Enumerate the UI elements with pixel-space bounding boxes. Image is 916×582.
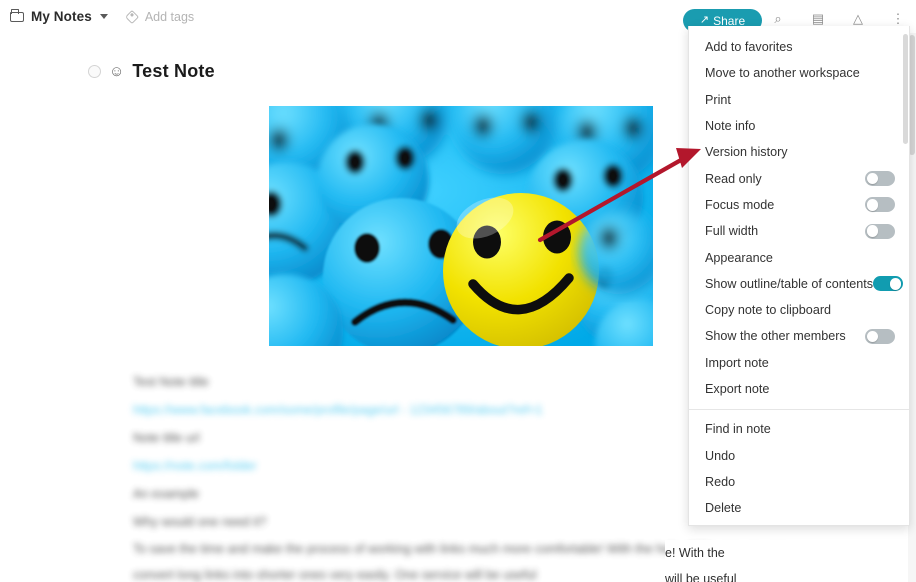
menu-item-find-in-note[interactable]: Find in note <box>689 416 909 442</box>
menu-item-redo[interactable]: Redo <box>689 469 909 495</box>
folder-icon <box>10 9 25 23</box>
menu-item-label: Full width <box>705 224 759 239</box>
menu-item-label: Delete <box>705 501 742 516</box>
app-window: My Notes Add tags ↗ Share ⌕ ▤ △ ⋮ ☺ Test… <box>0 0 916 582</box>
layout-panel-icon[interactable]: ▤ <box>810 10 826 26</box>
show-outline-toggle[interactable] <box>873 276 904 292</box>
menu-item-read-only[interactable]: Read only <box>689 165 909 191</box>
full-width-toggle[interactable] <box>865 223 895 239</box>
menu-item-label: Print <box>705 92 731 107</box>
menu-item-label: Appearance <box>705 250 773 265</box>
menu-scrollbar[interactable] <box>903 34 908 144</box>
toolbar-icons: ⌕ ▤ △ ⋮ <box>770 8 906 28</box>
visible-text-line: e! With the <box>665 546 725 560</box>
page-title[interactable]: Test Note <box>132 61 214 82</box>
search-icon[interactable]: ⌕ <box>770 10 786 26</box>
menu-item-label: Show outline/table of contents <box>705 276 874 291</box>
menu-item-note-info[interactable]: Note info <box>689 113 909 139</box>
note-visible-overflow-text: e! With the will be useful <box>665 540 905 582</box>
menu-item-label: Export note <box>705 382 770 396</box>
breadcrumb-label: My Notes <box>31 9 92 24</box>
menu-item-label: Focus mode <box>705 197 775 212</box>
tag-icon <box>124 9 140 24</box>
menu-item-label: Import note <box>705 355 769 370</box>
menu-item-label: Note info <box>705 119 756 134</box>
menu-item-delete[interactable]: Delete <box>689 495 909 521</box>
show-other-members-toggle[interactable] <box>865 328 895 344</box>
menu-item-label: Redo <box>705 474 736 489</box>
menu-item-print[interactable]: Print <box>689 87 909 113</box>
chevron-down-icon[interactable] <box>99 14 108 19</box>
add-tags-label: Add tags <box>144 9 195 24</box>
menu-item-move-to-another-workspace[interactable]: Move to another workspace <box>689 60 909 86</box>
menu-item-show-other-members[interactable]: Show the other members <box>689 323 909 349</box>
menu-item-appearance[interactable]: Appearance <box>689 244 909 270</box>
note-hero-image <box>269 106 653 346</box>
menu-separator <box>689 409 909 411</box>
add-tags-button[interactable]: Add tags <box>124 9 195 24</box>
user-icon[interactable]: △ <box>850 10 866 26</box>
menu-item-label: Read only <box>705 171 762 186</box>
menu-item-undo[interactable]: Undo <box>689 442 909 468</box>
menu-item-label: Show the other members <box>705 329 846 344</box>
menu-item-label: Version history <box>705 145 788 160</box>
menu-item-copy-note-to-clipboard[interactable]: Copy note to clipboard <box>689 297 909 323</box>
menu-item-label: Find in note <box>705 422 771 437</box>
circle-icon[interactable] <box>88 65 101 78</box>
focus-mode-toggle[interactable] <box>865 197 895 213</box>
menu-item-focus-mode[interactable]: Focus mode <box>689 192 909 218</box>
menu-item-label: Move to another workspace <box>705 66 860 81</box>
menu-item-full-width[interactable]: Full width <box>689 218 909 244</box>
menu-item-label: Undo <box>705 448 736 463</box>
breadcrumb[interactable]: My Notes <box>10 9 108 24</box>
share-icon: ↗ <box>699 14 710 26</box>
menu-item-add-to-favorites[interactable]: Add to favorites <box>689 34 909 60</box>
note-title-row: ☺ Test Note <box>88 61 215 82</box>
menu-item-import-note[interactable]: Import note <box>689 350 909 376</box>
menu-item-export-note[interactable]: Export note <box>689 376 909 402</box>
read-only-toggle[interactable] <box>865 171 895 187</box>
note-options-menu[interactable]: Add to favorites Move to another workspa… <box>688 26 910 526</box>
menu-item-show-outline[interactable]: Show outline/table of contents <box>689 271 909 297</box>
more-options-icon[interactable]: ⋮ <box>890 10 906 26</box>
menu-item-version-history[interactable]: Version history <box>689 139 909 165</box>
smiley-emoji-icon[interactable]: ☺ <box>109 64 124 79</box>
menu-item-label: Copy note to clipboard <box>705 303 832 318</box>
menu-item-label: Add to favorites <box>705 40 793 55</box>
visible-text-line: will be useful <box>665 572 737 582</box>
